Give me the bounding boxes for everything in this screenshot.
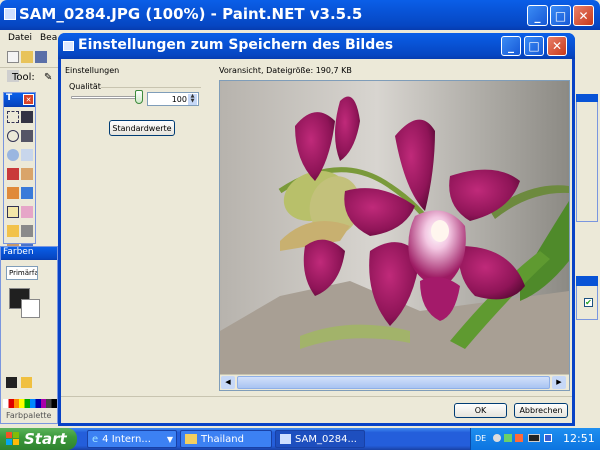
pencil-tool-icon[interactable] [7,225,19,237]
task-internet-label: 4 Intern... [102,433,151,445]
taskbar: Start e 4 Intern... ▼ Thailand SAM_0284.… [0,428,600,450]
close-icon: ✕ [551,39,563,53]
task-paintnet[interactable]: SAM_0284... [275,430,365,448]
gradient-tool-icon[interactable] [21,187,33,199]
layers-panel-title[interactable] [576,276,598,286]
spin-arrows-icon[interactable]: ▲ ▼ [188,94,197,105]
pan-tool-icon[interactable] [21,168,33,180]
maximize-icon: □ [554,8,567,23]
tools-panel-title-bar[interactable]: T ✕ [4,93,35,107]
palette-label: Farbpalette [6,411,52,420]
orchid-preview-image [220,81,569,374]
rect-select-tool-icon[interactable] [7,111,19,123]
preview-pane: ◀ ▶ [219,80,570,391]
scroll-left-icon[interactable]: ◀ [221,376,235,389]
tray-icon-3[interactable] [515,434,523,442]
color-mode-dropdown[interactable]: Primärfarben [6,266,38,280]
eraser-tool-icon[interactable] [21,206,33,218]
color-picker-icon[interactable] [21,225,33,237]
dialog-minimize-button[interactable]: _ [501,36,521,56]
dialog-close-button[interactable]: ✕ [547,36,567,56]
close-icon: ✕ [578,8,589,23]
bucket-tool-icon[interactable] [7,187,19,199]
scroll-right-icon[interactable]: ▶ [552,376,566,389]
save-settings-dialog: Einstellungen zum Speichern des Bildes _… [58,33,575,426]
tray-icon-2[interactable] [504,434,512,442]
dialog-title: Einstellungen zum Speichern des Bildes [78,37,394,53]
minimize-button[interactable]: _ [527,5,548,26]
ellipse-select-icon[interactable] [7,149,19,161]
cancel-button[interactable]: Abbrechen [514,403,568,418]
dialog-maximize-button[interactable]: □ [524,36,544,56]
quality-value: 100 [171,95,187,104]
pencil-icon[interactable]: ✎ [44,72,52,83]
task-thailand-label: Thailand [201,433,244,445]
slider-thumb[interactable] [135,90,143,104]
start-button[interactable]: Start [0,428,77,450]
slider-track [71,96,141,99]
quality-slider[interactable] [71,90,143,105]
paintnet-app-icon [4,8,16,20]
maximize-button[interactable]: □ [550,5,571,26]
colors-panel: Farben Primärfarben Farbpalette [0,246,58,424]
group-arrow-icon: ▼ [166,434,173,444]
preview-label: Voransicht, Dateigröße: 190,7 KB [219,66,352,75]
system-tray: DE 12:51 [470,428,600,450]
main-title-bar[interactable]: SAM_0284.JPG (100%) - Paint.NET v3.5.5 _… [0,0,600,30]
main-toolbar [6,49,58,82]
new-icon[interactable] [7,51,19,63]
maximize-icon: □ [528,39,540,53]
scrollbar-thumb[interactable] [237,376,550,389]
dialog-app-icon [63,41,74,51]
internet-explorer-icon: e [92,433,99,445]
tools-panel-title: T [6,93,13,103]
color-palette-strip[interactable] [3,399,57,408]
reset-defaults-button[interactable]: Standardwerte [109,120,175,136]
clock: 12:51 [563,432,595,445]
swap-colors-icon[interactable] [6,377,17,388]
main-title: SAM_0284.JPG (100%) - Paint.NET v3.5.5 [19,5,363,23]
close-button[interactable]: ✕ [573,5,594,26]
minimize-icon: _ [534,8,541,23]
lasso-tool-icon[interactable] [7,130,19,142]
move-tool-icon[interactable] [21,111,33,123]
network-icon[interactable] [528,434,540,442]
zoom-tool-icon[interactable] [21,149,33,161]
dialog-title-bar[interactable]: Einstellungen zum Speichern des Bildes _… [58,33,575,59]
paintnet-task-icon [280,434,291,444]
settings-group-label: Einstellungen [65,66,120,75]
task-thailand[interactable]: Thailand [180,430,272,448]
secondary-color-swatch[interactable] [21,299,40,318]
task-paintnet-label: SAM_0284... [295,433,357,445]
tool-label: Tool: [12,72,35,83]
menu-edit[interactable]: Bea [40,33,57,43]
layers-panel: ✔ [576,286,598,320]
volume-icon[interactable] [544,434,552,442]
windows-logo-icon [6,432,19,445]
minimize-icon: _ [508,39,514,53]
right-panel-title[interactable] [576,94,598,102]
tools-panel: T ✕ T [3,92,36,279]
move-selection-icon[interactable] [21,130,33,142]
folder-icon [185,434,197,444]
magic-wand-icon[interactable] [7,168,19,180]
paintbrush-tool-icon[interactable] [7,206,19,218]
colors-panel-title-bar[interactable]: Farben [1,247,57,260]
language-indicator[interactable]: DE [475,434,486,443]
start-label: Start [24,430,67,448]
colors-panel-title: Farben [3,247,34,257]
menu-file[interactable]: Datei [8,33,32,43]
tray-icon-1[interactable] [493,434,501,442]
layer-visible-checkbox[interactable]: ✔ [584,298,593,307]
history-panel [576,102,598,222]
task-internet[interactable]: e 4 Intern... ▼ [87,430,177,448]
quality-spinbox[interactable]: 100 ▲ ▼ [147,92,199,106]
preview-horizontal-scrollbar[interactable]: ◀ ▶ [220,374,569,390]
tools-close-icon[interactable]: ✕ [23,94,34,105]
add-color-icon[interactable] [21,377,32,388]
open-icon[interactable] [21,51,33,63]
ok-button[interactable]: OK [454,403,507,418]
save-icon[interactable] [35,51,47,63]
